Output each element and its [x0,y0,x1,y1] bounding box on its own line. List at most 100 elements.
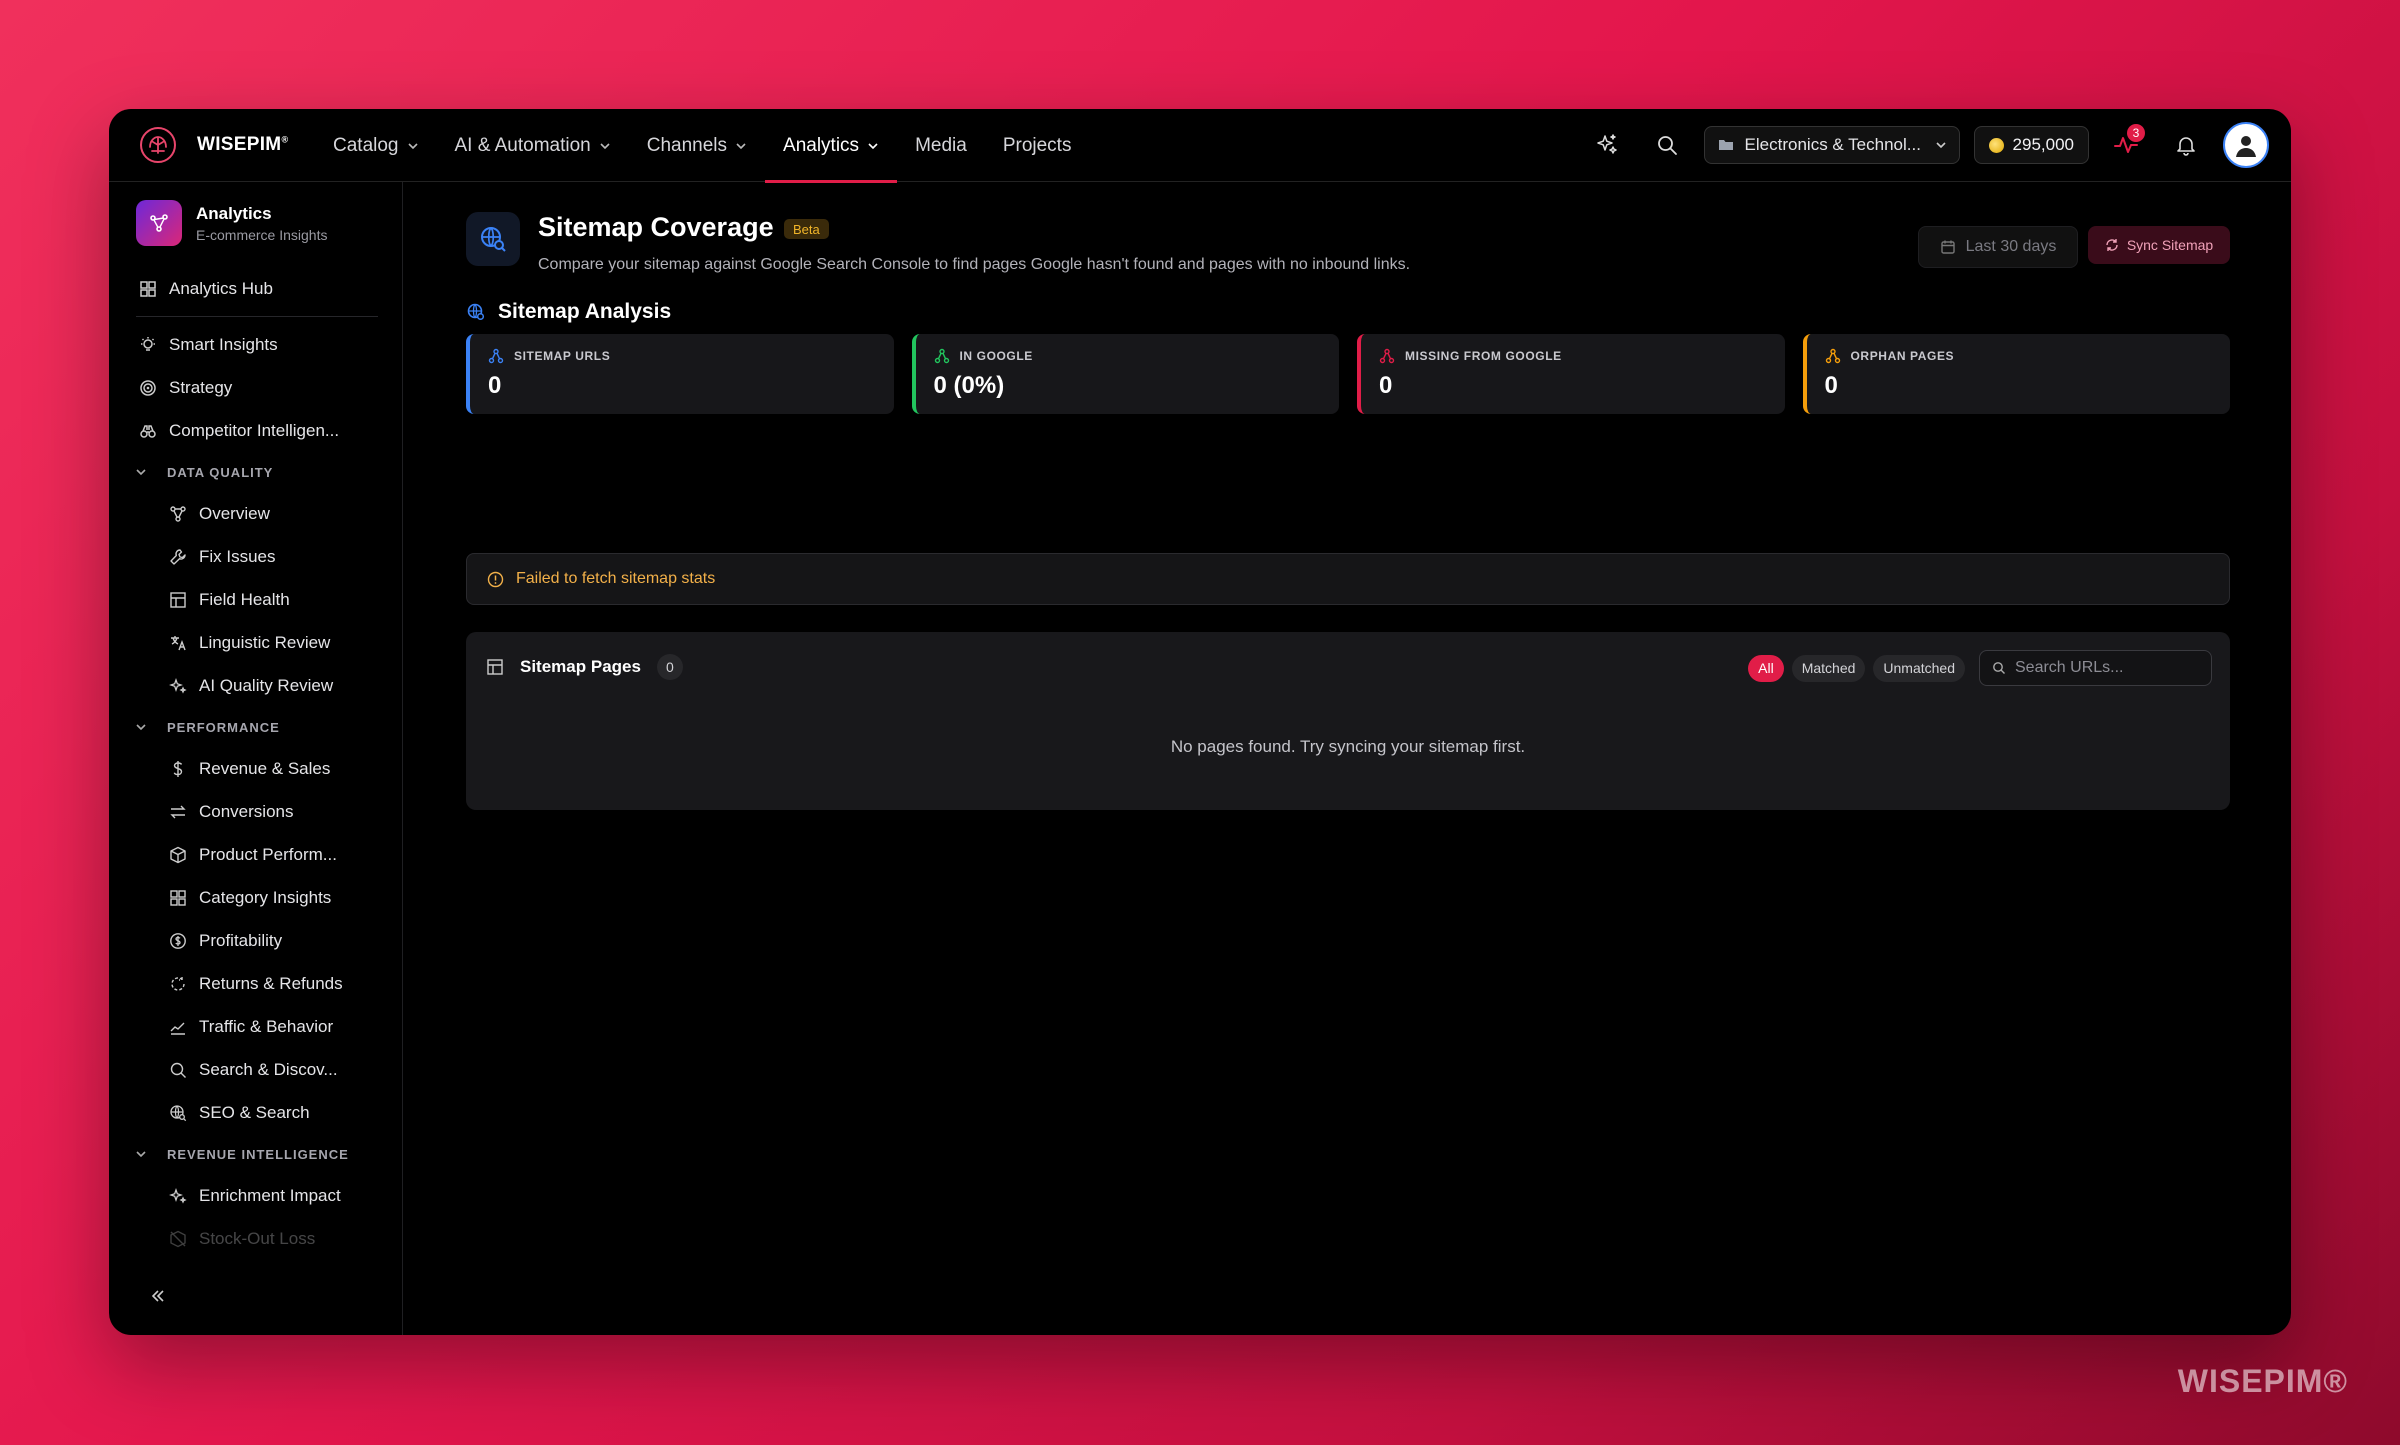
network-icon [488,348,504,364]
sidebar-item-label: Strategy [169,377,233,397]
date-range-button[interactable]: Last 30 days [1918,226,2078,268]
sidebar-item-profitability[interactable]: Profitability [109,919,402,962]
sitemap-pages-title: Sitemap Pages [520,657,641,676]
chevron-down-icon [407,142,418,149]
chevron-down-icon [868,142,878,149]
sidebar-item-linguistic-review[interactable]: Linguistic Review [109,621,402,664]
ai-sparkle-button[interactable] [1584,122,1630,168]
nav-analytics[interactable]: Analytics [765,109,898,183]
sidebar-item-category-insights[interactable]: Category Insights [109,876,402,919]
stat-value: 0 [1379,372,1393,399]
notifications-button[interactable] [2163,122,2209,168]
filter-unmatched[interactable]: Unmatched [1873,654,1965,682]
sidebar-item-field-health[interactable]: Field Health [109,578,402,621]
sidebar-section-performance[interactable]: PERFORMANCE [109,707,402,747]
top-actions: Electronics & Technol... 295,000 3 [1584,122,2269,168]
nav-ai-automation-label: AI & Automation [454,134,591,156]
user-avatar[interactable] [2223,122,2269,168]
nav-ai-automation[interactable]: AI & Automation [437,109,629,182]
search-urls-field[interactable] [1979,650,2212,686]
sidebar-item-analytics-hub[interactable]: Analytics Hub [109,267,402,310]
store-selector[interactable]: Electronics & Technol... [1703,126,1960,164]
filter-all[interactable]: All [1748,654,1784,682]
alert-circle-icon [487,571,504,587]
box-icon [168,845,187,864]
search-urls-input[interactable] [2015,659,2195,677]
sidebar-item-conversions[interactable]: Conversions [109,790,402,833]
wrench-icon [168,547,187,566]
search-button[interactable] [1644,122,1690,168]
stat-value: 0 (0%) [933,372,1005,399]
sidebar-item-label: SEO & Search [199,1102,310,1122]
sidebar-section-label: DATA QUALITY [167,464,274,480]
nav-projects[interactable]: Projects [985,109,1090,182]
sidebar-item-label: Smart Insights [169,334,278,354]
sidebar-item-search-discovery[interactable]: Search & Discov... [109,1048,402,1091]
user-icon [2236,136,2256,157]
sidebar-item-traffic-behavior[interactable]: Traffic & Behavior [109,1005,402,1048]
globe-search-icon [466,212,520,266]
sidebar-item-stock-out-loss[interactable]: Stock-Out Loss [109,1217,402,1260]
line-chart-icon [168,1017,187,1036]
activity-badge: 3 [2127,124,2145,142]
sparkles-icon [1596,134,1617,154]
sparkles-icon [168,1186,187,1205]
sidebar-subtitle: E-commerce Insights [196,226,328,243]
sidebar-item-product-performance[interactable]: Product Perform... [109,833,402,876]
sidebar-section-data-quality[interactable]: DATA QUALITY [109,452,402,492]
stats-row: SITEMAP URLS 0 IN GOOGLE 0 (0%) MISSING … [466,334,2230,414]
chevron-down-icon [136,469,146,476]
sidebar-title: Analytics [196,203,272,223]
sidebar-item-smart-insights[interactable]: Smart Insights [109,323,402,366]
sidebar-item-label: Linguistic Review [199,632,331,652]
activity-button[interactable]: 3 [2103,122,2149,168]
sidebar-item-label: Analytics Hub [169,278,273,298]
sidebar-item-seo-search[interactable]: SEO & Search [109,1091,402,1134]
nav-media[interactable]: Media [897,109,985,182]
sidebar-header: Analytics E-commerce Insights [136,200,327,246]
sidebar-item-label: Conversions [199,801,294,821]
chevron-down-icon [600,142,610,149]
page-header: Sitemap Coverage Beta Compare your sitem… [466,212,2230,276]
collapse-sidebar-button[interactable] [145,1283,171,1309]
table-icon [168,590,187,609]
sidebar-section-label: REVENUE INTELLIGENCE [167,1146,349,1162]
sidebar-item-revenue-sales[interactable]: Revenue & Sales [109,747,402,790]
sidebar-section-label: PERFORMANCE [167,719,280,735]
chevrons-left-icon [151,1290,164,1302]
sidebar-item-returns-refunds[interactable]: Returns & Refunds [109,962,402,1005]
stat-card-missing-from-google: MISSING FROM GOOGLE 0 [1357,334,1785,414]
brand-logo[interactable]: WISEPIM® [137,124,288,166]
stat-label: IN GOOGLE [959,349,1033,363]
nav-media-label: Media [915,134,967,156]
network-icon [934,348,949,364]
sidebar-item-ai-quality-review[interactable]: AI Quality Review [109,664,402,707]
chevron-down-icon [736,142,746,149]
nav-channels[interactable]: Channels [629,109,765,182]
sidebar-item-label: Fix Issues [199,546,276,566]
chevron-down-icon [136,1151,146,1158]
bell-icon [2177,137,2195,156]
credits-balance[interactable]: 295,000 [1973,126,2089,164]
sidebar-item-overview[interactable]: Overview [109,492,402,535]
app-window: WISEPIM® Catalog AI & Automation Channel… [109,109,2291,1335]
brain-logo-icon [137,124,179,166]
sidebar-item-competitor-intelligence[interactable]: Competitor Intelligen... [109,409,402,452]
sync-sitemap-button[interactable]: Sync Sitemap [2088,226,2230,264]
sidebar-item-label: AI Quality Review [199,675,334,695]
calendar-icon [1940,240,1955,254]
sidebar-item-label: Search & Discov... [199,1059,338,1079]
empty-state-message: No pages found. Try syncing your sitemap… [1170,737,1526,756]
sidebar-item-fix-issues[interactable]: Fix Issues [109,535,402,578]
sparkles-icon [168,676,187,695]
filter-matched[interactable]: Matched [1791,654,1866,682]
sidebar-section-revenue-intelligence[interactable]: REVENUE INTELLIGENCE [109,1134,402,1174]
sitemap-pages-count: 0 [656,654,683,680]
coin-icon [1988,137,2004,153]
sync-sitemap-label: Sync Sitemap [2126,237,2214,253]
nav-catalog[interactable]: Catalog [315,109,437,182]
sidebar-item-label: Returns & Refunds [199,973,343,993]
sidebar-item-enrichment-impact[interactable]: Enrichment Impact [109,1174,402,1217]
section-title-text: Sitemap Analysis [498,300,672,323]
sidebar-item-strategy[interactable]: Strategy [109,366,402,409]
